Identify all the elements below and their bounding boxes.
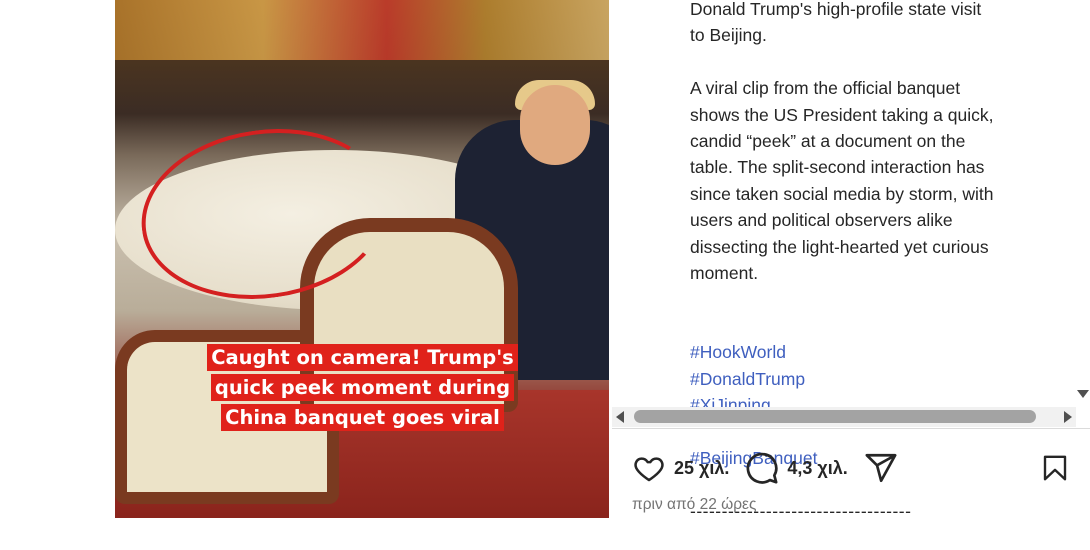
share-button[interactable] (864, 451, 898, 485)
comment-icon (746, 452, 778, 484)
comment-button[interactable]: 4,3 χιλ. (745, 451, 848, 485)
save-button[interactable] (1040, 452, 1070, 489)
action-bar: 25 χιλ. 4,3 χιλ. (632, 448, 914, 488)
scrollbar-thumb[interactable] (634, 410, 1036, 423)
comment-count: 4,3 χιλ. (787, 457, 848, 478)
like-count: 25 χιλ. (674, 457, 730, 478)
media-background (115, 0, 609, 60)
scroll-left-arrow[interactable] (616, 411, 624, 423)
caption-line-3: China banquet goes viral (221, 404, 504, 431)
divider (612, 428, 1090, 429)
bookmark-icon (1043, 455, 1067, 481)
hashtag-link[interactable]: #HookWorld (690, 342, 786, 362)
scroll-down-arrow[interactable] (1077, 390, 1089, 398)
caption-line-1: Caught on camera! Trump's (207, 344, 518, 371)
post-timestamp[interactable]: πριν από 22 ώρες (632, 496, 756, 514)
like-button[interactable]: 25 χιλ. (632, 452, 729, 484)
post-media[interactable]: Caught on camera! Trump's quick peek mom… (115, 0, 609, 518)
hashtag-link[interactable]: #DonaldTrump (690, 369, 805, 389)
scroll-right-arrow[interactable] (1064, 411, 1072, 423)
caption-paragraph-1: Donald Trump's high-profile state visit … (690, 0, 982, 46)
media-head (520, 85, 590, 165)
heart-icon (634, 457, 664, 482)
media-caption: Caught on camera! Trump's quick peek mom… (200, 343, 525, 433)
share-icon (865, 453, 897, 483)
caption-paragraph-2: A viral clip from the official banquet s… (690, 78, 994, 284)
horizontal-scrollbar[interactable] (612, 407, 1076, 427)
caption-line-2: quick peek moment during (210, 374, 515, 401)
